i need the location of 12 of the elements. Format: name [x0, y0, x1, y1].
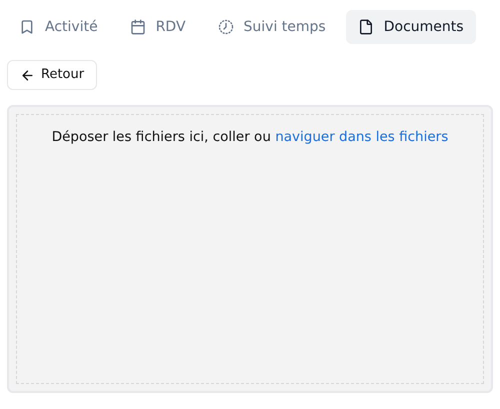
bookmark-icon — [19, 19, 35, 35]
back-button[interactable]: Retour — [7, 60, 98, 90]
tab[interactable]: Suivi temps — [206, 10, 338, 44]
tab[interactable]: RDV — [118, 10, 198, 44]
dropzone[interactable]: Déposer les fichiers ici, coller ou naviguer dans les fichiers — [16, 114, 484, 384]
browse-files-link[interactable]: naviguer dans les fichiers — [275, 129, 448, 145]
clock-icon — [218, 19, 234, 35]
calendar-icon — [130, 19, 146, 35]
file-icon — [358, 19, 374, 35]
tab[interactable]: Activité — [7, 10, 110, 44]
tab[interactable]: Documents — [346, 10, 476, 44]
dropzone-text: Déposer les fichiers ici, coller ou — [52, 129, 271, 145]
